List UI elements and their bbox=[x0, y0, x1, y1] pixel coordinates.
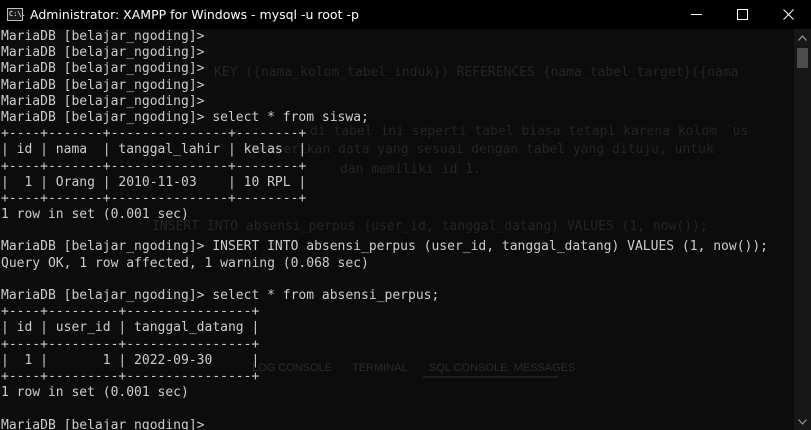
terminal-line: | id | user_id | tanggal_datang | bbox=[1, 320, 260, 336]
terminal-line: 1 row in set (0.001 sec) bbox=[1, 385, 189, 401]
terminal-line: +----+---------+----------------+ bbox=[1, 336, 260, 352]
terminal-window: C:\. Administrator: XAMPP for Windows - … bbox=[0, 0, 811, 430]
terminal-line: MariaDB [belajar_ngoding]> INSERT INTO a… bbox=[1, 239, 769, 255]
terminal-line: +----+---------+----------------+ bbox=[1, 304, 260, 320]
terminal-line: MariaDB [belajar_ngoding]> bbox=[1, 45, 205, 61]
window-title: Administrator: XAMPP for Windows - mysql… bbox=[30, 7, 359, 22]
vertical-scrollbar[interactable] bbox=[794, 29, 811, 430]
minimize-icon bbox=[690, 14, 702, 15]
chevron-down-icon bbox=[798, 418, 807, 425]
terminal-line: MariaDB [belajar_ngoding]> select * from… bbox=[1, 288, 440, 303]
terminal-line: | 1 | Orang | 2010-11-03 | 10 RPL | bbox=[1, 174, 307, 190]
chevron-up-icon bbox=[798, 34, 807, 41]
terminal-line: 1 row in set (0.001 sec) bbox=[1, 207, 189, 223]
terminal-line: MariaDB [belajar_ngoding]> bbox=[1, 77, 205, 93]
close-button[interactable] bbox=[765, 0, 811, 29]
terminal-prompt[interactable]: MariaDB [belajar_ngoding]> bbox=[1, 418, 768, 430]
terminal-line: Query OK, 1 row affected, 1 warning (0.0… bbox=[1, 255, 369, 271]
terminal-line: MariaDB [belajar_ngoding]> bbox=[1, 93, 205, 109]
minimize-button[interactable] bbox=[673, 0, 719, 29]
scroll-down-button[interactable] bbox=[794, 413, 811, 430]
terminal-line: +----+-------+---------------+--------+ bbox=[1, 126, 307, 142]
terminal-line: +----+---------+----------------+ bbox=[1, 368, 260, 384]
maximize-icon bbox=[736, 9, 748, 20]
scrollbar-thumb[interactable] bbox=[797, 48, 808, 68]
terminal-line: MariaDB [belajar_ngoding]> select * from… bbox=[1, 109, 369, 125]
title-bar[interactable]: C:\. Administrator: XAMPP for Windows - … bbox=[0, 0, 811, 29]
terminal-output: MariaDB [belajar_ngoding]> MariaDB [bela… bbox=[1, 29, 768, 430]
console-area[interactable]: KEY ({nama_kolom_tabel_induk}) REFERENCE… bbox=[0, 29, 794, 430]
maximize-button[interactable] bbox=[719, 0, 765, 29]
terminal-line: | 1 | 1 | 2022-09-30 | bbox=[1, 352, 260, 368]
terminal-line: +----+-------+---------------+--------+ bbox=[1, 158, 307, 174]
scroll-up-button[interactable] bbox=[794, 29, 811, 46]
terminal-line: MariaDB [belajar_ngoding]> bbox=[1, 29, 205, 44]
window-controls bbox=[673, 0, 811, 29]
terminal-line: MariaDB [belajar_ngoding]> bbox=[1, 61, 205, 77]
close-icon bbox=[782, 9, 794, 20]
terminal-line: +----+-------+---------------+--------+ bbox=[1, 190, 307, 206]
console-app-icon[interactable]: C:\. bbox=[7, 8, 26, 21]
terminal-line: | id | nama | tanggal_lahir | kelas | bbox=[1, 142, 307, 158]
